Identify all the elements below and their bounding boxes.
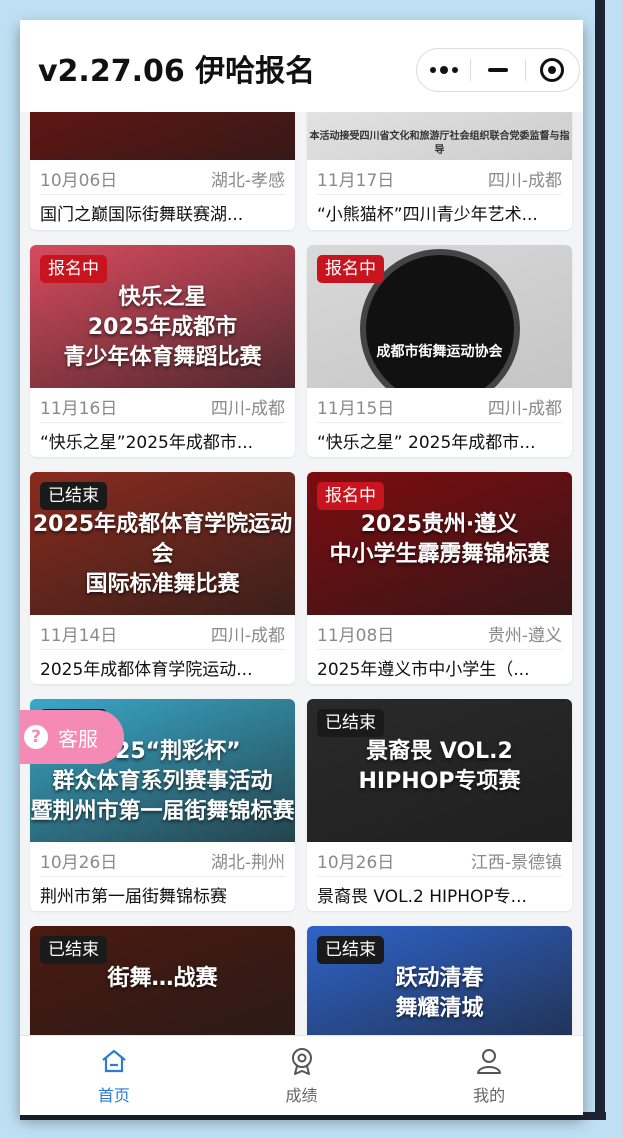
tab-home-label: 首页: [97, 1086, 130, 1105]
cover-title: 2025贵州·遵义 中小学生霹雳舞锦标赛: [329, 512, 550, 567]
event-meta: 10月06日 湖北-孝感: [40, 166, 285, 191]
event-cover-image: 景裔畏 VOL.2 HIPHOP专项赛 已结束: [307, 699, 572, 842]
event-location: 湖北-孝感: [210, 171, 285, 191]
page-title: v2.27.06 伊哈报名: [38, 54, 316, 89]
event-date: 11月17日: [317, 171, 395, 191]
status-badge: 已结束: [40, 936, 107, 964]
status-badge: 已结束: [40, 482, 107, 510]
status-badge: 报名中: [317, 255, 384, 283]
event-name: 2025年成都体育学院运动...: [40, 660, 253, 680]
event-name: 2025年遵义市中小学生（...: [317, 660, 530, 680]
event-location: 江西-景德镇: [470, 853, 562, 873]
target-close-icon: [540, 58, 565, 82]
card-divider: [40, 194, 285, 195]
event-card[interactable]: 本活动接受四川省文化和旅游厅社会组织联合党委监督与指导 11月17日 四川-成都 “小…: [307, 112, 572, 230]
card-divider: [317, 194, 562, 195]
event-card[interactable]: 成都市街舞运动协会 报名中 11月15日 四川-成都 “快乐之星” 2025年成都市..…: [307, 245, 572, 457]
event-date: 10月26日: [317, 853, 395, 873]
event-cover-image: 快乐之星 2025年成都市 青少年体育舞蹈比赛 报名中: [30, 245, 295, 388]
phone-screen: v2.27.06 伊哈报名 10月06日 湖北-孝感国门之巅国际街舞联赛湖... 本…: [20, 20, 583, 1115]
event-cover-image: 成都市街舞运动协会 报名中: [307, 245, 572, 388]
event-date: 11月08日: [317, 626, 395, 646]
event-location: 湖北-荆州: [210, 853, 285, 873]
more-dots-icon: [429, 66, 458, 74]
event-meta: 10月26日 江西-景德镇: [317, 848, 562, 873]
card-divider: [317, 649, 562, 650]
card-divider: [317, 876, 562, 877]
nav-header: v2.27.06 伊哈报名: [20, 20, 583, 112]
event-meta: 11月15日 四川-成都: [317, 394, 562, 419]
card-divider: [40, 422, 285, 423]
cover-title: 成都市街舞运动协会: [376, 344, 503, 360]
minimize-icon: [487, 68, 508, 72]
event-meta: 11月16日 四川-成都: [40, 394, 285, 419]
cover-title: 快乐之星 2025年成都市 青少年体育舞蹈比赛: [63, 285, 262, 370]
status-badge: 报名中: [317, 482, 384, 510]
tab-results[interactable]: 成绩: [208, 1036, 396, 1115]
mini-program-capsule: [416, 48, 580, 92]
status-badge: 已结束: [317, 709, 384, 737]
tab-mine[interactable]: 我的: [395, 1036, 583, 1115]
event-meta: 11月08日 贵州-遵义: [317, 621, 562, 646]
event-meta: 11月14日 四川-成都: [40, 621, 285, 646]
event-location: 四川-成都: [210, 399, 285, 419]
window-shadow-right: [595, 0, 605, 1115]
status-badge: 已结束: [317, 936, 384, 964]
tab-mine-label: 我的: [473, 1086, 506, 1105]
event-name: 国门之巅国际街舞联赛湖...: [40, 205, 244, 225]
event-name: 景裔畏 VOL.2 HIPHOP专...: [317, 887, 527, 907]
tab-bar: 首页 成绩 我的: [20, 1035, 583, 1115]
card-divider: [317, 422, 562, 423]
event-name: “小熊猫杯”四川青少年艺术...: [317, 205, 538, 225]
event-card[interactable]: 10月06日 湖北-孝感国门之巅国际街舞联赛湖...: [30, 112, 295, 230]
tab-home[interactable]: 首页: [20, 1036, 208, 1115]
medal-icon: [291, 1048, 312, 1075]
event-location: 四川-成都: [210, 626, 285, 646]
event-location: 贵州-遵义: [487, 626, 562, 646]
event-meta: 11月17日 四川-成都: [317, 166, 562, 191]
card-divider: [40, 649, 285, 650]
event-date: 11月16日: [40, 399, 118, 419]
close-button[interactable]: [526, 49, 579, 91]
home-icon: [102, 1049, 126, 1073]
event-date: 11月15日: [317, 399, 395, 419]
event-date: 10月26日: [40, 853, 118, 873]
question-icon: ?: [24, 725, 48, 749]
cover-title: 2025年成都体育学院运动会 国际标准舞比赛: [32, 512, 293, 597]
event-cover-image: [30, 112, 295, 160]
event-cover-image: 2025贵州·遵义 中小学生霹雳舞锦标赛 报名中: [307, 472, 572, 615]
card-divider: [40, 876, 285, 877]
customer-service-button[interactable]: ? 客服: [20, 710, 124, 764]
cover-title: 跃动清春 舞耀清城: [395, 966, 484, 1021]
minimize-button[interactable]: [471, 49, 524, 91]
event-card[interactable]: 快乐之星 2025年成都市 青少年体育舞蹈比赛 报名中 11月16日 四川-成都 “快乐…: [30, 245, 295, 457]
event-name: “快乐之星”2025年成都市...: [40, 433, 254, 453]
customer-service-label: 客服: [58, 726, 98, 751]
cover-title: 街舞…战赛: [107, 966, 218, 991]
event-name: “快乐之星” 2025年成都市...: [317, 433, 536, 453]
event-name: 荆州市第一届街舞锦标赛: [40, 887, 227, 907]
event-grid: 10月06日 湖北-孝感国门之巅国际街舞联赛湖... 本活动接受四川省文化和旅游厅社…: [20, 112, 583, 1055]
event-card[interactable]: 2025年成都体育学院运动会 国际标准舞比赛 已结束 11月14日 四川-成都 2025…: [30, 472, 295, 684]
event-date: 10月06日: [40, 171, 118, 191]
event-cover-image: 2025年成都体育学院运动会 国际标准舞比赛 已结束: [30, 472, 295, 615]
event-date: 11月14日: [40, 626, 118, 646]
cover-title: 本活动接受四川省文化和旅游厅社会组织联合党委监督与指导: [309, 131, 570, 156]
status-badge: 报名中: [40, 255, 107, 283]
more-button[interactable]: [417, 49, 470, 91]
event-meta: 10月26日 湖北-荆州: [40, 848, 285, 873]
event-card[interactable]: 2025贵州·遵义 中小学生霹雳舞锦标赛 报名中 11月08日 贵州-遵义 2025年遵…: [307, 472, 572, 684]
event-location: 四川-成都: [487, 171, 562, 191]
user-icon: [477, 1049, 502, 1074]
event-cover-image: 本活动接受四川省文化和旅游厅社会组织联合党委监督与指导: [307, 112, 572, 160]
cover-title: 景裔畏 VOL.2 HIPHOP专项赛: [358, 739, 521, 794]
event-card[interactable]: 景裔畏 VOL.2 HIPHOP专项赛 已结束 10月26日 江西-景德镇 景裔畏 VO…: [307, 699, 572, 911]
event-location: 四川-成都: [487, 399, 562, 419]
tab-results-label: 成绩: [285, 1086, 318, 1105]
